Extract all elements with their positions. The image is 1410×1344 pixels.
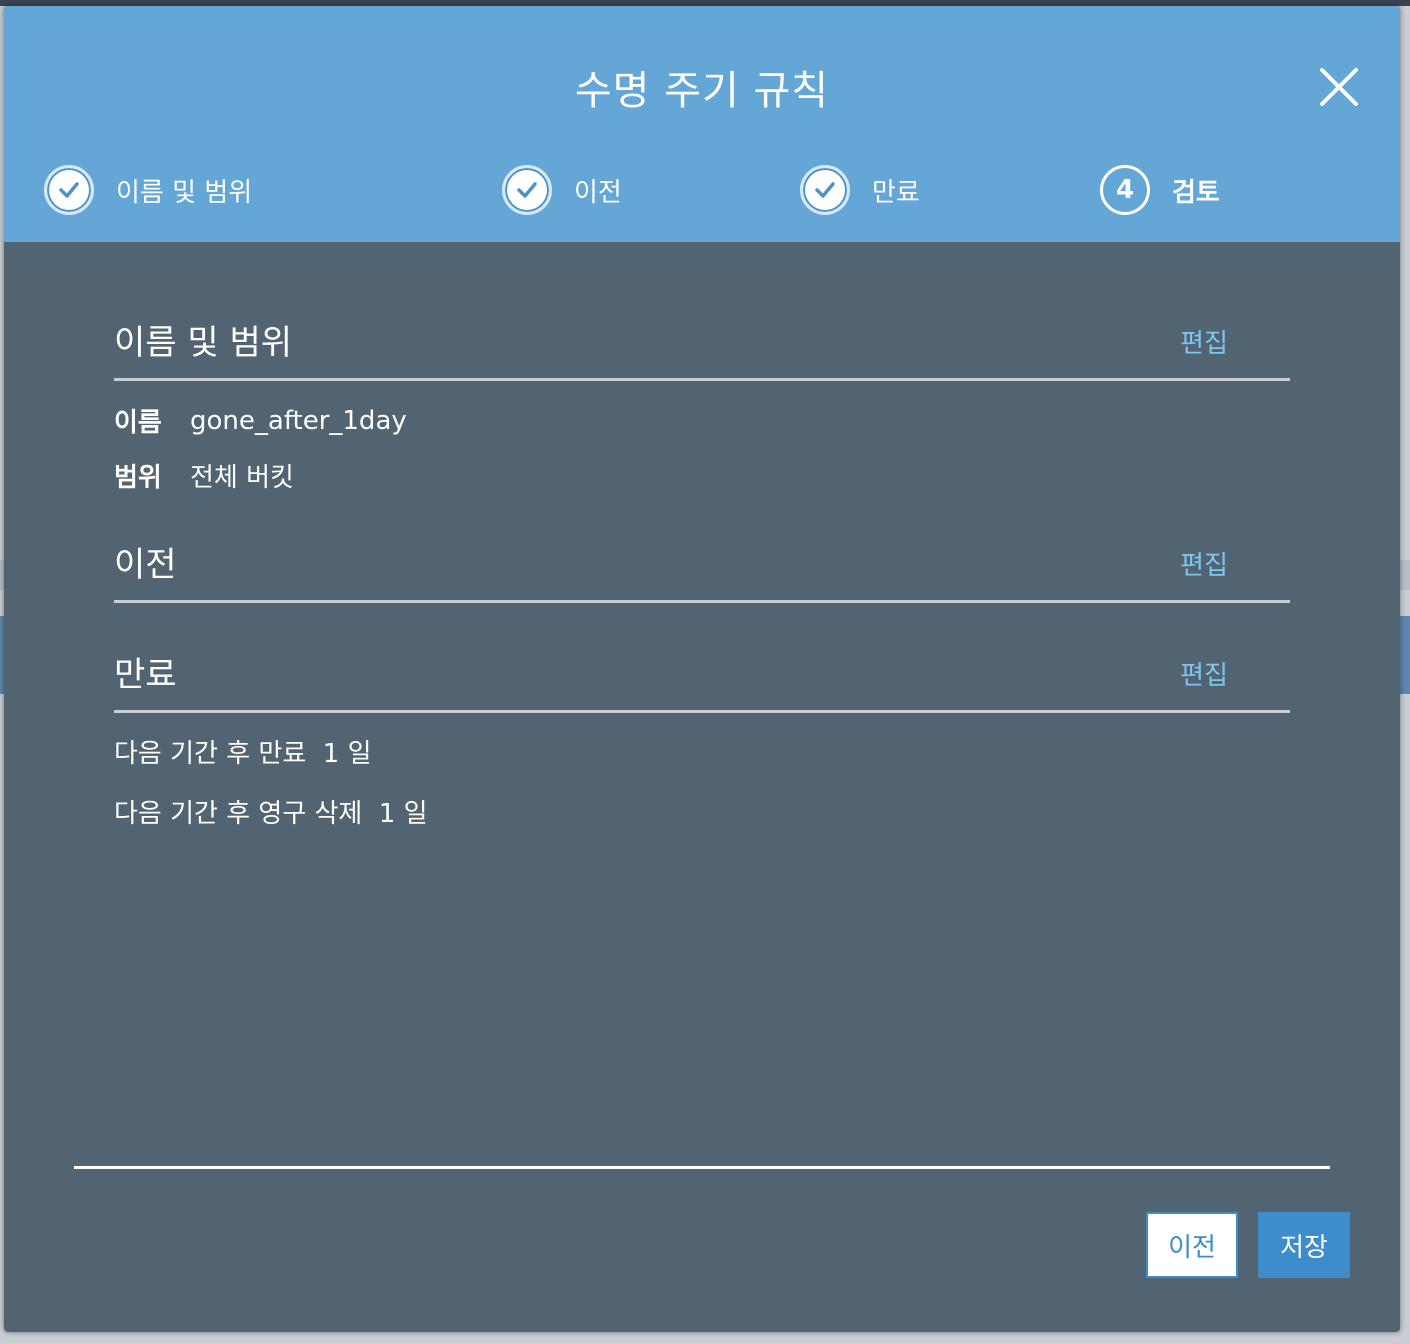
edit-link[interactable]: 편집 <box>1180 323 1228 360</box>
step-expiration[interactable]: 만료 <box>800 162 920 218</box>
close-icon[interactable] <box>1314 62 1364 112</box>
section-header: 이름 및 범위 편집 <box>114 308 1290 381</box>
scope-row: 범위 전체 버킷 <box>114 448 1290 503</box>
section-title: 이전 <box>114 545 177 585</box>
check-icon <box>44 165 94 215</box>
permanent-delete-line: 다음 기간 후 영구 삭제 1 일 <box>114 798 428 829</box>
edit-link[interactable]: 편집 <box>1180 545 1228 582</box>
edit-link[interactable]: 편집 <box>1180 655 1228 692</box>
section-name-scope: 이름 및 범위 편집 이름 gone_after_1day 범위 전체 버킷 <box>114 308 1290 503</box>
section-header: 만료 편집 <box>114 640 1290 713</box>
name-key: 이름 <box>114 408 162 438</box>
section-expiration: 만료 편집 다음 기간 후 만료 1 일 다음 기간 후 영구 삭제 1 일 <box>114 640 1290 841</box>
step-label: 검토 <box>1172 177 1220 208</box>
section-transition: 이전 편집 <box>114 530 1290 603</box>
footer-divider <box>74 1166 1330 1169</box>
step-label: 이름 및 범위 <box>116 177 253 208</box>
section-title: 이름 및 범위 <box>114 323 293 363</box>
check-icon <box>800 165 850 215</box>
check-icon <box>502 165 552 215</box>
lifecycle-rule-modal: 수명 주기 규칙 이름 및 범위 이전 만료 4 검토 이름 및 범위 편집 이… <box>4 6 1400 1332</box>
name-value: gone_after_1day <box>190 405 407 436</box>
name-row: 이름 gone_after_1day <box>114 393 1290 448</box>
section-title: 만료 <box>114 655 177 695</box>
previous-button[interactable]: 이전 <box>1146 1212 1238 1278</box>
section-header: 이전 편집 <box>114 530 1290 603</box>
modal-header: 수명 주기 규칙 이름 및 범위 이전 만료 4 검토 <box>4 6 1400 242</box>
step-review: 4 검토 <box>1100 162 1220 218</box>
step-label: 만료 <box>872 177 920 208</box>
scope-value: 전체 버킷 <box>190 463 294 493</box>
save-button[interactable]: 저장 <box>1258 1212 1350 1278</box>
step-name-scope[interactable]: 이름 및 범위 <box>44 162 252 218</box>
modal-title: 수명 주기 규칙 <box>574 68 830 114</box>
step-transition[interactable]: 이전 <box>502 162 622 218</box>
scope-key: 범위 <box>114 463 162 493</box>
step-number-badge: 4 <box>1100 165 1150 215</box>
expiration-line: 다음 기간 후 만료 1 일 <box>114 738 372 769</box>
step-label: 이전 <box>574 177 622 208</box>
